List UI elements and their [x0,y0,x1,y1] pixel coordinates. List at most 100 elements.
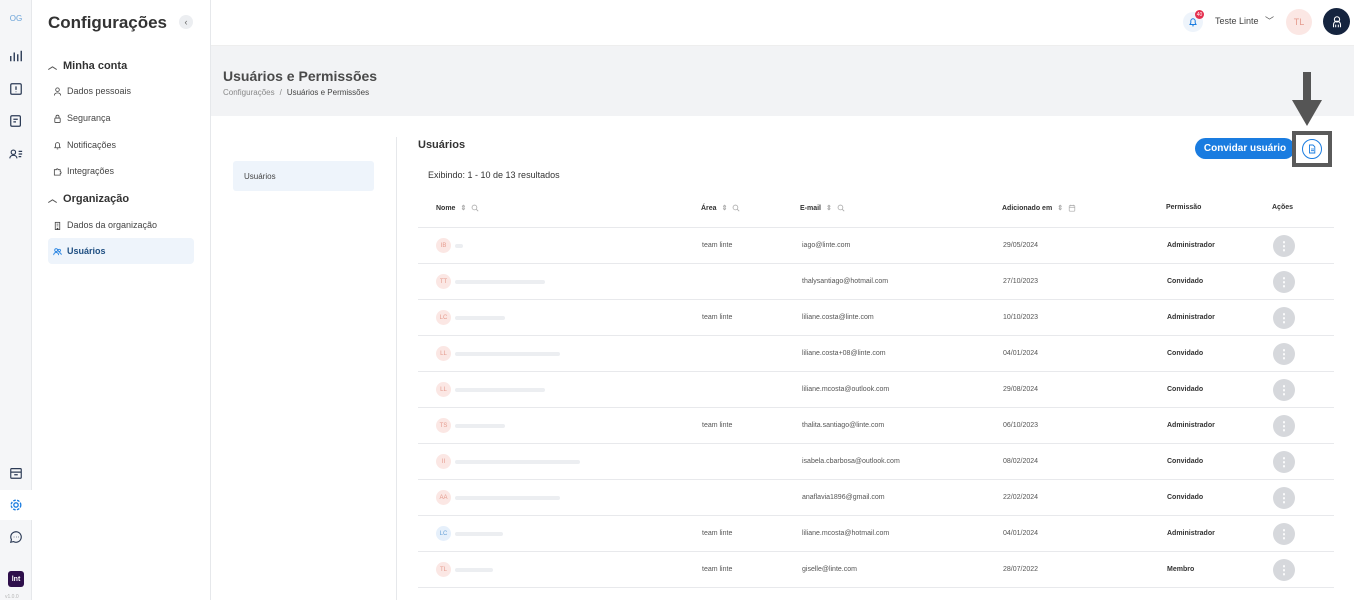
chevron-down-icon[interactable]: ﹀ [1265,14,1274,27]
sidebar-item-dados-pessoais[interactable]: Dados pessoais [48,78,194,104]
avatar: AA [436,490,451,505]
sidebar-group-minha-conta[interactable]: ︿ Minha conta [48,59,127,72]
column-header-label: E-mail [800,204,822,212]
row-actions-button[interactable]: ⋮ [1273,343,1295,365]
row-actions-button[interactable]: ⋮ [1273,415,1295,437]
column-header-label: Ações [1272,204,1294,211]
row-actions-button[interactable]: ⋮ [1273,307,1295,329]
cell-permission: Administrador [1167,242,1215,249]
redacted-name [455,316,505,320]
row-divider [418,587,1334,588]
sidebar-item-integracoes[interactable]: Integrações [48,158,194,184]
notifications-badge: 40 [1195,10,1204,19]
cell-email: anaflavia1896@gmail.com [802,494,885,501]
row-actions-button[interactable]: ⋮ [1273,451,1295,473]
column-header-email[interactable]: E-mail ⇕ [800,204,845,212]
user-icon [53,86,62,96]
table-row: II isabela.cbarbosa@outlook.com 08/02/2024… [418,444,1334,480]
cell-permission: Convidado [1167,458,1204,465]
cell-email: giselle@linte.com [802,566,857,573]
edit-document-icon[interactable] [7,112,25,130]
cell-date: 28/07/2022 [1003,566,1039,573]
cell-permission: Administrador [1167,422,1215,429]
export-button[interactable] [1302,139,1322,159]
robot-icon [1332,15,1341,27]
content-divider [396,137,397,600]
sidebar-group-organizacao[interactable]: ︿ Organização [48,192,129,205]
cell-date: 04/01/2024 [1003,350,1039,357]
chat-icon[interactable] [7,528,25,546]
cell-date: 08/02/2024 [1003,458,1039,465]
table-row: LL liliane.costa+08@linte.com 04/01/2024 Co… [418,336,1334,372]
row-actions-button[interactable]: ⋮ [1273,559,1295,581]
breadcrumb-current: Usuários e Permissões [286,88,370,97]
settings-sidebar: Configurações ‹ ︿ Minha conta Dados pess… [32,0,211,600]
cell-date: 06/10/2023 [1003,422,1039,429]
cell-email: thalita.santiago@linte.com [802,422,885,429]
calendar-icon[interactable] [1068,204,1076,212]
avatar: II [436,454,451,469]
redacted-name [455,460,580,464]
sort-icon[interactable]: ⇕ [826,204,832,212]
sort-icon[interactable]: ⇕ [460,204,466,212]
redacted-name [455,424,505,428]
bar-chart-icon[interactable] [7,47,25,65]
sidebar-item-seguranca[interactable]: Segurança [48,105,194,131]
column-header-label: Área [701,204,717,212]
breadcrumb-link-configuracoes[interactable]: Configurações [223,88,275,97]
building-icon [54,221,61,230]
redacted-name [455,280,545,284]
cell-date: 27/10/2023 [1003,278,1039,285]
user-menu-name[interactable]: Teste Linte [1215,16,1259,26]
cell-area: team linte [702,530,733,537]
store-icon[interactable] [7,464,25,482]
search-icon[interactable] [732,204,740,212]
avatar: TT [436,274,451,289]
brand-logo[interactable]: lnt [8,571,24,587]
cell-email: isabela.cbarbosa@outlook.com [802,458,900,465]
column-header-acoes: Ações [1272,204,1293,211]
avatar: LL [436,382,451,397]
row-actions-button[interactable]: ⋮ [1273,487,1295,509]
cell-date: 10/10/2023 [1003,314,1039,321]
cell-email: liliane.costa+08@linte.com [802,350,886,357]
sidebar-item-usuarios[interactable]: Usuários [48,238,194,264]
column-header-permissao: Permissão [1166,204,1201,211]
row-actions-button[interactable]: ⋮ [1273,271,1295,293]
sidebar-item-dados-organizacao[interactable]: Dados da organização [48,212,194,238]
collapse-sidebar-button[interactable]: ‹ [179,15,193,29]
row-actions-button[interactable]: ⋮ [1273,235,1295,257]
redacted-name [455,244,463,248]
app-version: v1.0.0 [5,594,19,600]
contacts-icon[interactable] [7,145,25,163]
org-logo[interactable]: OG [4,6,28,30]
column-header-label: Nome [436,204,456,212]
cell-date: 29/05/2024 [1003,242,1039,249]
redacted-name [455,388,545,392]
notifications-button[interactable]: 40 [1183,10,1204,32]
cell-permission: Administrador [1167,314,1215,321]
sidebar-item-label: Dados da organização [67,220,158,230]
column-header-nome[interactable]: Nome ⇕ [436,204,479,212]
row-actions-button[interactable]: ⋮ [1273,379,1295,401]
sidebar-item-notificacoes[interactable]: Notificações [48,132,194,158]
inner-nav-item-usuarios[interactable]: Usuários [233,161,374,191]
row-actions-button[interactable]: ⋮ [1273,523,1295,545]
avatar[interactable]: TL [1286,9,1312,35]
cell-permission: Administrador [1167,530,1215,537]
column-header-adicionado-em[interactable]: Adicionado em ⇕ [1002,204,1076,212]
search-icon[interactable] [471,204,479,212]
invite-user-button[interactable]: Convidar usuário [1195,138,1295,159]
avatar: LC [436,310,451,325]
column-header-area[interactable]: Área ⇕ [701,204,740,212]
sort-icon[interactable]: ⇕ [1057,204,1063,212]
sort-icon[interactable]: ⇕ [722,204,728,212]
alert-document-icon[interactable] [7,80,25,98]
results-summary: Exibindo: 1 - 10 de 13 resultados [428,170,560,180]
gear-icon[interactable] [7,496,25,514]
table-row: LC team linte liliane.costa@linte.com 10/10… [418,300,1334,336]
avatar: IB [436,238,451,253]
search-icon[interactable] [837,204,845,212]
sidebar-item-label: Integrações [67,166,115,176]
assistant-button[interactable] [1323,8,1350,35]
